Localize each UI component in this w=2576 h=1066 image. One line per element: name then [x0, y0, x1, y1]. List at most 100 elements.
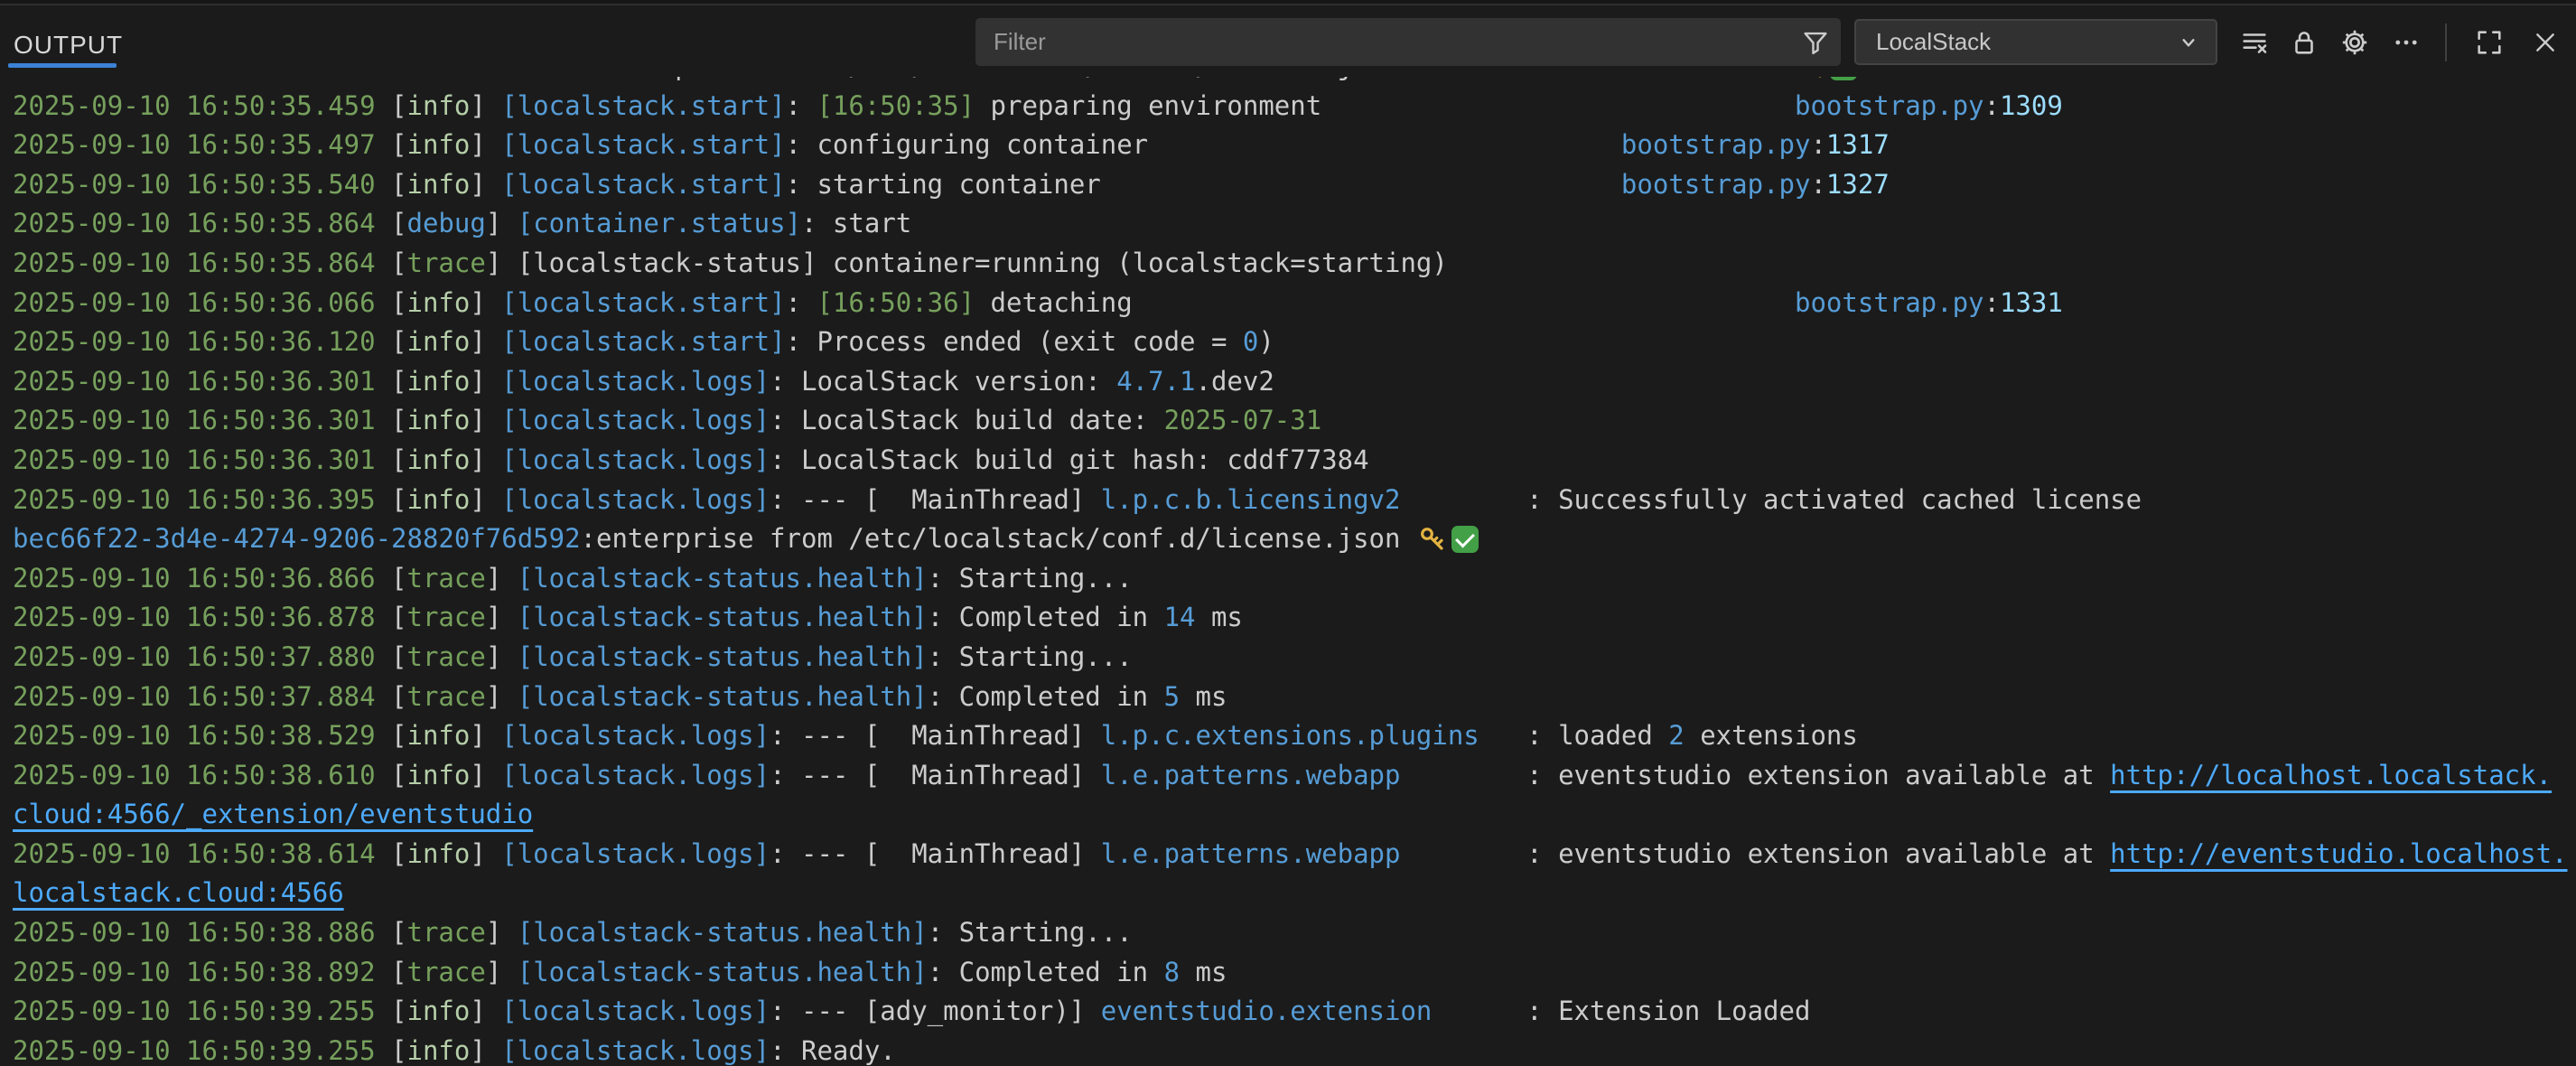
log-text: bootstrap.py — [1621, 169, 1811, 200]
log-text: ] — [470, 129, 501, 160]
lock-icon[interactable] — [2283, 22, 2325, 63]
log-text: --- [ MainThread] — [801, 720, 1101, 751]
log-text — [1101, 169, 1621, 200]
log-text: [localstack.start] — [501, 287, 785, 318]
log-text: [localstack-status.health] — [518, 681, 928, 712]
log-text: bootstrap.py — [1795, 90, 1984, 121]
log-text: l.e.patterns.webapp — [1101, 838, 1401, 869]
log-text: 2025-09-10 16:50:36.301 — [13, 405, 391, 435]
log-text: 2025-09-10 16:50:36.120 — [13, 326, 391, 357]
log-text: l.e.patterns.webapp — [1101, 760, 1401, 790]
log-text: info — [407, 129, 471, 160]
log-line: cloud:4566/_extension/eventstudio — [13, 795, 2576, 835]
log-text: 1331 — [2000, 287, 2063, 318]
channel-select[interactable]: LocalStack — [1854, 19, 2217, 65]
header-separator — [2445, 23, 2447, 61]
log-text: [ — [391, 681, 406, 712]
log-text: [localstack.start] — [501, 326, 785, 357]
log-text: 4.7.1 — [1116, 366, 1195, 397]
log-text: [localstack-status.health] — [518, 957, 928, 987]
clear-output-icon[interactable] — [2234, 22, 2275, 63]
log-text: [ — [391, 405, 406, 435]
log-text: 1317 — [1826, 129, 1890, 160]
log-text: [ — [391, 838, 406, 869]
log-text: configuring container — [817, 129, 1148, 160]
log-text: [ — [391, 444, 406, 475]
log-text: [localstack-status.health] — [518, 641, 928, 672]
log-line: 2025-09-10 16:50:38.610 [info] [localsta… — [13, 756, 2576, 796]
log-text: --- [ady_monitor)] — [801, 996, 1101, 1026]
log-text: trace — [407, 602, 486, 632]
log-text: --- [ MainThread] — [801, 760, 1101, 790]
log-text — [1321, 90, 1795, 121]
log-text: ] — [470, 169, 501, 200]
log-link[interactable]: http://eventstudio.localhost. — [2110, 838, 2567, 869]
log-text: --- [ MainThread] — [801, 838, 1101, 869]
log-text: [ — [391, 90, 406, 121]
log-text: [localstack.logs] — [501, 760, 770, 790]
log-text: ] — [470, 444, 501, 475]
gear-icon[interactable] — [2334, 22, 2375, 63]
log-text: [ — [391, 917, 406, 948]
log-text: eventstudio.extension — [1101, 996, 1433, 1026]
log-line: 2025-09-10 16:50:38.892 [trace] [localst… — [13, 953, 2576, 993]
log-text: [localstack.logs] — [501, 838, 770, 869]
log-text: [localstack-status.health] — [518, 602, 928, 632]
log-text: trace — [407, 681, 486, 712]
log-text: info — [407, 760, 471, 790]
log-line: 2025-09-10 16:50:36.395 [info] [localsta… — [13, 481, 2576, 520]
log-line: 2025-09-10 16:50:38.886 [trace] [localst… — [13, 913, 2576, 953]
log-text: ] — [470, 90, 501, 121]
log-text: ] — [470, 484, 501, 515]
active-tab-underline — [8, 63, 117, 68]
log-text: [ — [391, 563, 406, 594]
log-text: [ — [391, 366, 406, 397]
log-text: info — [407, 484, 471, 515]
log-text: :enterprise from /etc/localstack/conf.d/… — [581, 77, 1401, 81]
log-text: [localstack.logs] — [501, 1035, 770, 1066]
log-link[interactable]: http://localhost.localstack. — [2110, 760, 2552, 790]
log-text: info — [407, 1035, 471, 1066]
log-text: : — [1810, 129, 1825, 160]
log-text: bec66f22-3d4e-4274-9206-28820f76d592 — [13, 77, 581, 81]
log-text — [1400, 77, 1795, 81]
log-text: debug — [407, 208, 486, 238]
log-text: 2025-09-10 16:50:38.610 — [13, 760, 391, 790]
log-text: ms — [1180, 957, 1227, 987]
log-text: trace — [407, 248, 486, 278]
log-text: [ — [391, 248, 406, 278]
close-panel-icon[interactable] — [2525, 22, 2566, 63]
log-text: : — [786, 90, 817, 121]
log-text: [ — [391, 760, 406, 790]
log-link[interactable]: cloud:4566/_extension/eventstudio — [13, 799, 533, 829]
log-text: [ — [391, 169, 406, 200]
log-text: info — [407, 405, 471, 435]
log-line: 2025-09-10 16:50:37.884 [trace] [localst… — [13, 678, 2576, 717]
log-line: 2025-09-10 16:50:36.878 [trace] [localst… — [13, 598, 2576, 638]
more-actions-icon[interactable] — [2385, 22, 2427, 63]
log-text: 2025-09-10 16:50:36.301 — [13, 444, 391, 475]
log-link[interactable]: localstack.cloud:4566 — [13, 877, 344, 908]
log-line: 2025-09-10 16:50:38.614 [info] [localsta… — [13, 835, 2576, 874]
log-text: info — [407, 838, 471, 869]
log-text: info — [407, 287, 471, 318]
log-text: 2025-09-10 16:50:38.886 — [13, 917, 391, 948]
log-text: [ — [391, 287, 406, 318]
filter-input[interactable] — [975, 28, 1790, 56]
channel-selected-label: LocalStack — [1856, 28, 2174, 56]
log-text: LocalStack build date: — [801, 405, 1164, 435]
log-line: bec66f22-3d4e-4274-9206-28820f76d592:ent… — [13, 77, 2576, 87]
log-text: [localstack.logs] — [501, 366, 770, 397]
log-text: [ — [391, 326, 406, 357]
log-text: ms — [1196, 602, 1243, 632]
filter-input-wrap — [975, 18, 1841, 66]
maximize-panel-icon[interactable] — [2469, 22, 2510, 63]
log-text: [localstack.logs] — [501, 444, 770, 475]
log-text: 1309 — [2000, 90, 2063, 121]
log-text: trace — [407, 957, 486, 987]
log-text: 2025-09-10 16:50:35.497 — [13, 129, 391, 160]
log-text: 2025-09-10 16:50:35.540 — [13, 169, 391, 200]
output-log[interactable]: bec66f22-3d4e-4274-9206-28820f76d592:ent… — [0, 77, 2576, 1066]
check-emoji — [1451, 526, 1479, 553]
filter-icon[interactable] — [1790, 18, 1841, 66]
